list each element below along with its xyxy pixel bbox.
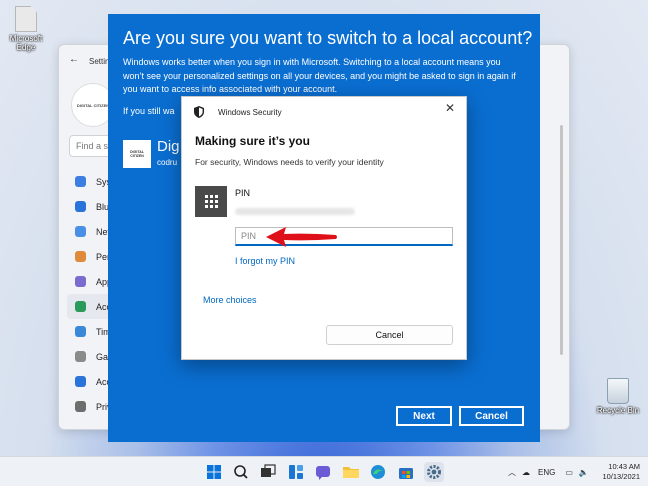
settings-nav-icon xyxy=(75,201,86,212)
desktop-icon-edge[interactable]: Microsoft Edge xyxy=(4,6,48,52)
pin-keypad-icon xyxy=(195,186,227,217)
settings-nav-icon xyxy=(75,301,86,312)
more-choices-link[interactable]: More choices xyxy=(203,295,257,305)
desktop-icon-label: Microsoft Edge xyxy=(9,34,43,52)
settings-scrollbar[interactable] xyxy=(560,125,563,355)
cancel-button[interactable]: Cancel xyxy=(459,406,524,426)
chevron-up-icon[interactable]: ︿ xyxy=(508,467,516,478)
search-icon[interactable] xyxy=(231,462,251,482)
settings-nav-icon xyxy=(75,351,86,362)
file-explorer-icon[interactable] xyxy=(341,462,361,482)
edge-icon[interactable] xyxy=(368,462,388,482)
start-icon[interactable] xyxy=(204,462,224,482)
back-arrow-icon[interactable]: ← xyxy=(69,54,79,65)
security-title: Making sure it’s you xyxy=(195,134,310,148)
settings-nav-icon xyxy=(75,276,86,287)
account-name: Dig xyxy=(157,138,180,155)
account-email: codru xyxy=(157,158,178,167)
clock-date: 10/13/2021 xyxy=(602,472,640,481)
volume-icon[interactable]: 🔈 xyxy=(579,468,589,477)
language-indicator[interactable]: ENG xyxy=(538,468,555,477)
pin-label: PIN xyxy=(235,188,251,198)
cloud-icon[interactable]: ☁ xyxy=(522,468,530,477)
settings-icon[interactable] xyxy=(424,462,444,482)
widgets-icon[interactable] xyxy=(286,462,306,482)
desktop-icon-label: Recycle Bin xyxy=(596,406,640,415)
blurred-account-email xyxy=(235,208,355,215)
settings-nav-icon xyxy=(75,226,86,237)
security-app-name: Windows Security xyxy=(218,107,282,117)
settings-nav-icon xyxy=(75,251,86,262)
settings-nav-icon xyxy=(75,326,86,337)
dialog-description: Windows works better when you sign in wi… xyxy=(123,57,516,94)
red-arrow-annotation xyxy=(266,227,337,247)
forgot-pin-link[interactable]: I forgot my PIN xyxy=(235,256,295,266)
recycle-bin-icon xyxy=(607,378,629,404)
settings-nav-icon xyxy=(75,401,86,412)
store-icon[interactable] xyxy=(396,462,416,482)
security-header: Windows Security xyxy=(194,105,282,119)
next-button[interactable]: Next xyxy=(396,406,452,426)
settings-nav-icon xyxy=(75,376,86,387)
edge-shortcut-icon xyxy=(15,6,37,32)
security-subtitle: For security, Windows needs to verify yo… xyxy=(195,157,384,167)
close-icon[interactable]: ✕ xyxy=(443,101,457,115)
security-cancel-button[interactable]: Cancel xyxy=(326,325,453,345)
task-view-icon[interactable] xyxy=(258,462,278,482)
system-tray: ︿ ☁ ENG ▭ 🔈 xyxy=(508,457,589,486)
account-card: DIGITAL CITIZEN Dig codru xyxy=(123,138,183,170)
network-icon[interactable]: ▭ xyxy=(565,468,573,477)
account-logo: DIGITAL CITIZEN xyxy=(123,140,151,168)
shield-icon xyxy=(194,106,204,118)
settings-nav-icon xyxy=(75,176,86,187)
desktop-icon-recycle-bin[interactable]: Recycle Bin xyxy=(596,378,640,415)
dialog-still-text: If you still wa xyxy=(123,106,175,116)
clock-time: 10:43 AM xyxy=(608,462,640,471)
dialog-title: Are you sure you want to switch to a loc… xyxy=(123,28,533,48)
taskbar-clock[interactable]: 10:43 AM 10/13/2021 xyxy=(602,462,640,482)
taskbar: ︿ ☁ ENG ▭ 🔈 10:43 AM 10/13/2021 xyxy=(0,456,648,486)
chat-icon[interactable] xyxy=(313,462,333,482)
